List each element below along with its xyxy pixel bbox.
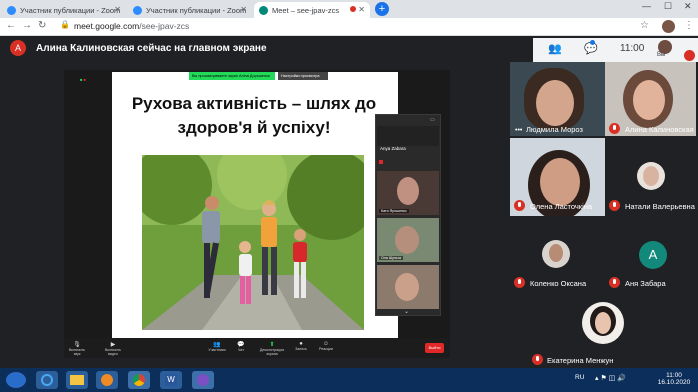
close-icon[interactable]: ✕ (358, 5, 365, 14)
recording-dot-icon (350, 6, 356, 12)
browser-tab-meet[interactable]: Meet – see-jpav-zcs ✕ (254, 2, 370, 18)
word-icon[interactable]: W (160, 371, 182, 389)
participant-name: Аня Забара (625, 279, 666, 288)
record-button[interactable]: ● Запись (293, 341, 309, 351)
participant-avatar: A (639, 241, 667, 269)
people-icon: 👥 (213, 342, 221, 348)
slide-photo-family-running (142, 155, 364, 330)
mic-off-icon (514, 200, 525, 211)
close-icon[interactable]: ✕ (240, 5, 247, 14)
people-icon[interactable]: 👥 (548, 42, 562, 55)
minimize-icon[interactable]: — (642, 1, 651, 11)
participant-name: Олена Ласточкіна (530, 202, 593, 211)
ie-icon[interactable] (36, 371, 58, 389)
participant-name: Екатерина Менжун (547, 356, 614, 365)
unmute-button[interactable]: 🎙 Включить звук (66, 341, 88, 356)
share-icon: ⬆ (269, 342, 275, 348)
participant-name: Алина Калиновская (625, 125, 694, 134)
share-notice: Вы просматриваете экран Аліна Дорошенко (189, 72, 275, 80)
maximize-icon[interactable]: ☐ (664, 1, 672, 12)
mic-off-icon (532, 354, 543, 365)
mic-off-icon (609, 200, 620, 211)
tray-icons[interactable]: ▴ ⚑ ◫ 🔊 (595, 374, 626, 382)
slide-title: Рухова активність – шлях до здоров'я й у… (131, 94, 377, 137)
mic-off-icon (609, 277, 620, 288)
browser-tab-1[interactable]: Участник публикации - Zoom ✕ (2, 2, 126, 18)
start-video-button[interactable]: ▶ Включить видео (100, 341, 126, 356)
mic-off-icon (379, 160, 383, 164)
lock-icon: 🔒 (60, 20, 70, 29)
zoom-thumb-3[interactable] (377, 265, 439, 309)
mic-off-icon: 🎙 (73, 342, 81, 348)
url-field[interactable]: meet.google.com/see-jpav-zcs (74, 21, 189, 31)
start-button-windows-icon[interactable] (6, 372, 26, 388)
zoom-thumb-anya (377, 126, 439, 146)
participant-tile-1[interactable]: Людмила Мороз (510, 62, 605, 136)
meet-clock: 11:00 (620, 43, 645, 54)
participant-name: Коленко Оксана (530, 279, 587, 288)
media-player-icon[interactable] (96, 371, 118, 389)
participant-name: Натали Валерьевна (625, 202, 695, 211)
back-icon[interactable]: ← (6, 20, 16, 31)
chat-button[interactable]: 💬 Чат (233, 341, 249, 352)
leave-button[interactable]: Выйти (425, 343, 444, 353)
close-window-icon[interactable]: ✕ (684, 1, 692, 12)
mic-off-icon (609, 123, 620, 134)
reload-icon[interactable]: ↻ (38, 20, 46, 31)
file-explorer-icon[interactable] (66, 371, 88, 389)
meet-icon (259, 6, 268, 15)
panel-collapse-icon[interactable]: ▭ (430, 117, 435, 123)
self-label: Вы (657, 52, 666, 58)
zoom-panel-name: Anya Zabara (380, 146, 406, 151)
zoom-icon (7, 6, 16, 15)
zoom-status: ■ ■ (80, 77, 86, 82)
star-icon[interactable]: ☆ (640, 20, 649, 31)
participant-tile-7[interactable]: Екатерина Менжун (510, 294, 696, 368)
chevron-down-icon[interactable]: ⌄ (404, 308, 409, 315)
chat-badge (590, 40, 595, 45)
zoom-icon (133, 6, 142, 15)
system-clock[interactable]: 11:00 16.10.2020 (656, 372, 692, 386)
zoom-thumb-2[interactable]: Оля Шульга (377, 218, 439, 262)
chrome-icon[interactable] (128, 371, 150, 389)
participant-tile-6[interactable]: A Аня Забара (605, 218, 696, 292)
new-tab-button[interactable]: + (375, 2, 389, 16)
profile-avatar[interactable] (662, 20, 675, 33)
forward-icon[interactable]: → (22, 20, 32, 31)
input-language[interactable]: RU (575, 374, 584, 381)
zoom-thumb-1[interactable]: Катя Ярошенко (377, 171, 439, 215)
tab-title: Участник публикации - Zoom (20, 6, 121, 15)
close-icon[interactable]: ✕ (114, 5, 121, 14)
tab-title: Участник публикации - Zoom (146, 6, 247, 15)
video-off-icon: ▶ (110, 342, 116, 348)
chat-icon: 💬 (237, 342, 245, 348)
share-screen-button[interactable]: ⬆ Демонстрация экрана (254, 341, 290, 356)
presenting-text: Алина Калиновская сейчас на главном экра… (36, 43, 267, 54)
tab-title: Meet – see-jpav-zcs (272, 6, 340, 15)
presenter-avatar: A (10, 40, 26, 56)
reactions-button[interactable]: ☺ Реакции (316, 341, 336, 351)
participant-tile-4[interactable]: Натали Валерьевна (605, 138, 696, 216)
participant-name: Людмила Мороз (526, 125, 583, 134)
participants-button[interactable]: 👥 Участники (206, 341, 228, 352)
mic-off-icon (514, 277, 525, 288)
participant-tile-3[interactable]: Олена Ласточкіна (510, 138, 605, 216)
participant-tile-2[interactable]: Алина Калиновская (605, 62, 696, 136)
browser-tab-2[interactable]: Участник публикации - Zoom ✕ (128, 2, 252, 18)
participant-tile-5[interactable]: Коленко Оксана (510, 218, 605, 292)
self-mic-off-icon[interactable] (684, 50, 695, 61)
menu-icon[interactable]: ⋮ (684, 20, 694, 31)
viber-icon[interactable] (192, 371, 214, 389)
more-dots-icon: ••• (515, 127, 523, 134)
view-settings-button[interactable]: Настройки просмотра (278, 72, 328, 80)
